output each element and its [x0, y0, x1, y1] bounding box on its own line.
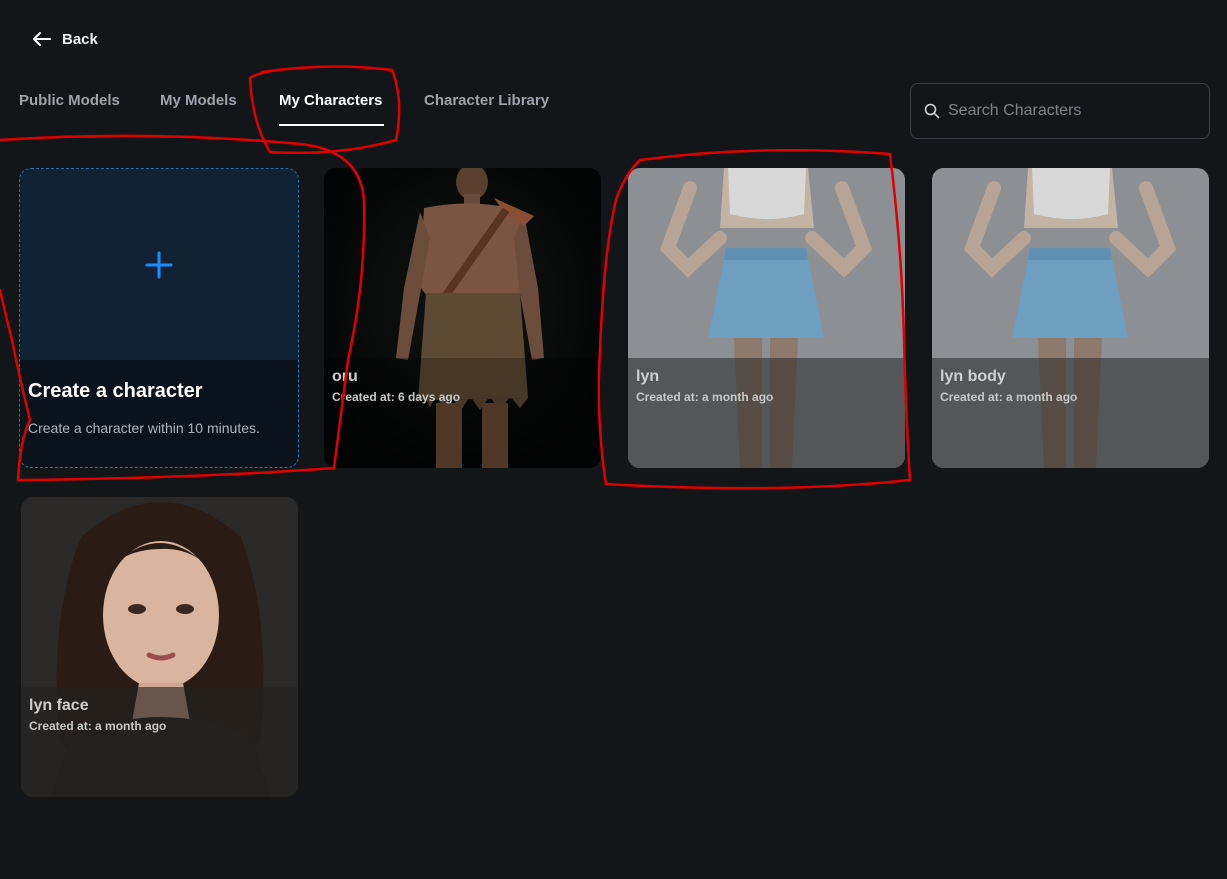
create-character-card[interactable]: Create a character Create a character wi…: [19, 168, 299, 468]
back-button[interactable]: Back: [32, 28, 98, 50]
character-created-date: Created at: a month ago: [636, 390, 774, 404]
active-tab-indicator: [279, 124, 384, 126]
create-card-description: Create a character within 10 minutes.: [28, 420, 260, 436]
character-info-overlay: lyn face Created at: a month ago: [21, 687, 298, 797]
character-name: lyn face: [29, 697, 89, 714]
search-input[interactable]: [948, 102, 1198, 120]
character-info-overlay: lyn body Created at: a month ago: [932, 358, 1209, 468]
search-box[interactable]: [910, 83, 1210, 139]
character-created-date: Created at: a month ago: [940, 390, 1078, 404]
tab-my-models[interactable]: My Models: [160, 92, 237, 109]
create-card-image-area: [20, 169, 298, 360]
character-info-overlay: oru Created at: 6 days ago: [324, 358, 601, 468]
character-card-lyn-face[interactable]: lyn face Created at: a month ago: [21, 497, 298, 797]
character-info-overlay: lyn Created at: a month ago: [628, 358, 905, 468]
back-label: Back: [62, 30, 98, 48]
character-card-lyn-body[interactable]: lyn body Created at: a month ago: [932, 168, 1209, 468]
arrow-left-icon: [33, 32, 51, 46]
character-card-oru[interactable]: oru Created at: 6 days ago: [324, 168, 601, 468]
create-card-footer: Create a character Create a character wi…: [20, 360, 298, 467]
character-created-date: Created at: a month ago: [29, 719, 167, 733]
character-name: lyn: [636, 368, 660, 385]
create-card-title: Create a character: [28, 380, 203, 402]
search-icon: [924, 103, 940, 119]
character-created-date: Created at: 6 days ago: [332, 390, 461, 404]
character-name: oru: [332, 368, 358, 385]
plus-icon: [145, 251, 173, 278]
character-name: lyn body: [940, 368, 1006, 385]
tab-my-characters[interactable]: My Characters: [279, 92, 382, 109]
tab-character-library[interactable]: Character Library: [424, 92, 549, 109]
character-card-lyn[interactable]: lyn Created at: a month ago: [628, 168, 905, 468]
annotation-circle-tab: [248, 65, 401, 155]
tab-public-models[interactable]: Public Models: [19, 92, 120, 109]
